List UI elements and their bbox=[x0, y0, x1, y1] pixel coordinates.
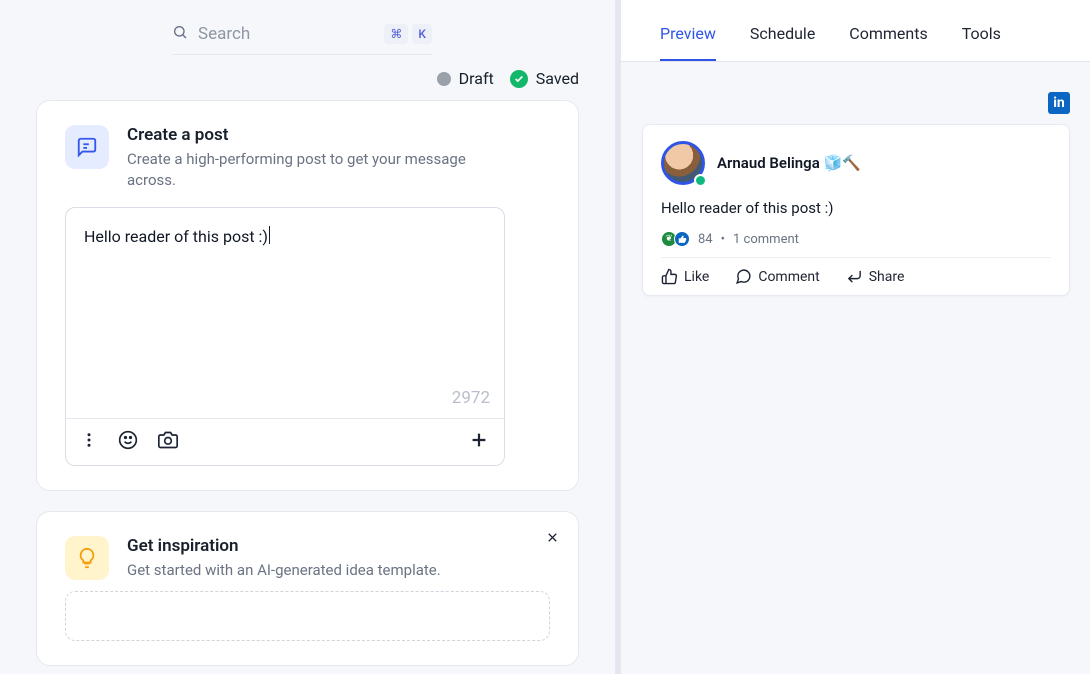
compose-title: Create a post bbox=[127, 125, 487, 145]
preview-stats: ❦ 84 • 1 comment bbox=[661, 231, 1051, 258]
tab-preview[interactable]: Preview bbox=[660, 24, 716, 61]
like-button[interactable]: Like bbox=[661, 268, 709, 285]
preview-body: Hello reader of this post :) bbox=[661, 199, 1051, 217]
compose-subtitle: Create a high-performing post to get you… bbox=[127, 149, 487, 191]
inspiration-subtitle: Get started with an AI-generated idea te… bbox=[127, 560, 441, 581]
network-badge: in bbox=[642, 92, 1070, 114]
saved-status: Saved bbox=[510, 69, 579, 88]
share-button[interactable]: Share bbox=[846, 268, 905, 285]
dot-icon bbox=[437, 72, 451, 86]
tab-tools[interactable]: Tools bbox=[962, 24, 1001, 61]
more-options-button[interactable] bbox=[80, 431, 98, 453]
lightbulb-icon bbox=[65, 536, 109, 580]
author-name: Arnaud Belinga 🧊🔨 bbox=[717, 154, 861, 172]
preview-tabs: Preview Schedule Comments Tools bbox=[616, 0, 1090, 62]
compose-icon bbox=[65, 125, 109, 169]
linkedin-icon: in bbox=[1048, 92, 1070, 114]
template-dropzone[interactable] bbox=[65, 591, 550, 641]
avatar bbox=[661, 141, 705, 185]
close-icon[interactable] bbox=[545, 530, 560, 549]
tab-comments[interactable]: Comments bbox=[849, 24, 927, 61]
reactions-icons: ❦ bbox=[661, 231, 690, 247]
linkedin-preview-card: Arnaud Belinga 🧊🔨 Hello reader of this p… bbox=[642, 124, 1070, 296]
search-shortcut: ⌘ K bbox=[384, 24, 432, 44]
inspiration-card: Get inspiration Get started with an AI-g… bbox=[36, 511, 579, 666]
check-icon bbox=[510, 70, 528, 88]
post-editor[interactable]: Hello reader of this post :) 2972 bbox=[65, 207, 505, 466]
comment-button[interactable]: Comment bbox=[735, 268, 819, 285]
compose-card: Create a post Create a high-performing p… bbox=[36, 100, 579, 491]
draft-status: Draft bbox=[437, 69, 494, 88]
char-count: 2972 bbox=[452, 388, 490, 408]
post-textarea[interactable]: Hello reader of this post :) 2972 bbox=[66, 208, 504, 418]
emoji-button[interactable] bbox=[118, 430, 138, 454]
image-button[interactable] bbox=[158, 430, 178, 454]
add-button[interactable] bbox=[468, 429, 490, 455]
search-icon bbox=[172, 24, 188, 44]
global-search[interactable]: Search ⌘ K bbox=[172, 18, 432, 55]
search-placeholder: Search bbox=[198, 24, 374, 44]
presence-dot-icon bbox=[694, 174, 707, 187]
inspiration-title: Get inspiration bbox=[127, 536, 441, 556]
tab-schedule[interactable]: Schedule bbox=[750, 24, 815, 61]
status-row: Draft Saved bbox=[36, 69, 579, 88]
